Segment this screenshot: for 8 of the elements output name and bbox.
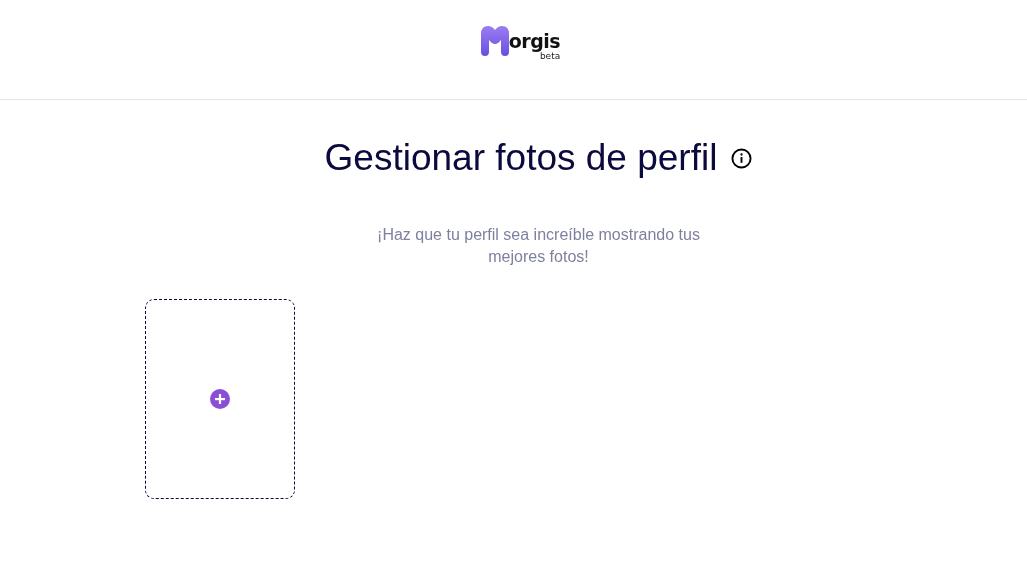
add-icon [210, 389, 230, 409]
add-photo-slot[interactable] [145, 299, 295, 499]
logo-icon [480, 26, 509, 56]
page-title: Gestionar fotos de perfil [324, 136, 718, 180]
beta-label: beta [539, 52, 561, 61]
info-icon[interactable] [731, 147, 753, 169]
logo-text: orgis [508, 30, 561, 52]
subtitle: ¡Haz que tu perfil sea increíble mostrando tus mejores fotos! [376, 225, 701, 267]
